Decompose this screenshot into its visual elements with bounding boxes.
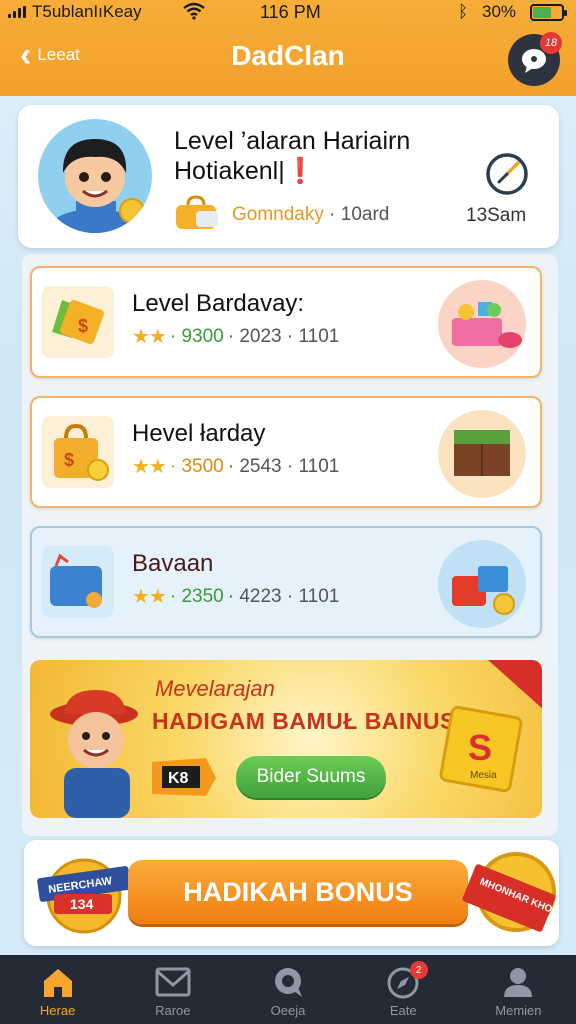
mail-icon bbox=[155, 967, 191, 997]
profile-subtitle: Hotiakenl|❗ bbox=[174, 157, 316, 185]
reward-title: Level Bardavay: bbox=[132, 290, 305, 317]
nav-item-home[interactable]: Herae bbox=[0, 955, 115, 1024]
promo-headline: HADIGAM BAMUŁ BAINUS bbox=[152, 708, 456, 734]
cube-caption: Mesia bbox=[470, 770, 497, 781]
profile-meta-value: · 10ard bbox=[329, 204, 390, 225]
timer-text: 13Sam bbox=[466, 205, 527, 226]
badge-number: 134 bbox=[70, 896, 94, 912]
price-tag-icon: K8 bbox=[152, 758, 216, 796]
nav-label-chat: Oeeja bbox=[270, 1003, 306, 1018]
app-title: DadClan bbox=[231, 40, 345, 71]
bonus-badge-icon: NEERCHAW 134 bbox=[37, 858, 131, 934]
reward-card-1[interactable]: $ Level Bardavay: ★★ · 9300 · 2023 · 110… bbox=[30, 266, 542, 378]
gift-box-icon bbox=[438, 540, 526, 628]
profile-card[interactable]: Level ’alaran Hariairn Hotiakenl|❗ Gomnd… bbox=[18, 105, 559, 248]
status-bar: T5ublanIıKeay 116 PM ᛒ 30% bbox=[0, 0, 576, 26]
reward-title: Bavaan bbox=[132, 550, 214, 577]
avatar bbox=[38, 119, 152, 233]
promo-button[interactable]: Bider Suums bbox=[236, 756, 386, 798]
nav-item-mail[interactable]: Raroe bbox=[115, 955, 230, 1024]
reward-stats: ★★ · 9300 · 2023 · 1101 bbox=[132, 324, 339, 349]
reward-list: $ Level Bardavay: ★★ · 9300 · 2023 · 110… bbox=[22, 254, 558, 836]
promo-banner[interactable]: Mevelarajan HADIGAM BAMUŁ BAINUS K8 Bide… bbox=[30, 660, 542, 818]
bonus-card: NEERCHAW 134 HADIKAH BONUS MHONHAR KHOUU… bbox=[24, 840, 559, 946]
battery-icon bbox=[530, 4, 567, 21]
gift-tag-icon: $ bbox=[42, 286, 114, 358]
profile-icon bbox=[504, 968, 533, 997]
nav-item-profile[interactable]: Memien bbox=[461, 955, 576, 1024]
shopping-bag-icon: $ bbox=[42, 416, 114, 488]
star-rating: ★★ bbox=[132, 326, 167, 348]
carrier-name: T5ublanIıKeay bbox=[32, 2, 142, 21]
profile-meta: Gomndaky · 10ard bbox=[232, 204, 389, 226]
profile-title: Level ’alaran Hariairn bbox=[174, 127, 411, 155]
nav-label-compass: Eate bbox=[389, 1003, 417, 1018]
chat-icon bbox=[275, 968, 302, 997]
nav-item-chat[interactable]: Oeeja bbox=[230, 955, 345, 1024]
cube-letter: S bbox=[468, 727, 492, 768]
nav-item-compass[interactable]: 2 Eate bbox=[346, 955, 461, 1024]
reward-card-2[interactable]: $ Hevel łarday ★★ · 3500 · 2543 · 1101 bbox=[30, 396, 542, 508]
bonus-button[interactable]: HADIKAH BONUS bbox=[128, 860, 468, 924]
shopping-bag-icon bbox=[176, 195, 218, 229]
reward-details: · 2543 · 1101 bbox=[227, 455, 340, 477]
profile-meta-highlight: Gomndaky bbox=[232, 204, 324, 225]
tag-text: K8 bbox=[168, 770, 189, 787]
wifi-icon bbox=[183, 2, 205, 20]
battery-percent: 30% bbox=[482, 2, 517, 21]
wallet-icon bbox=[42, 546, 114, 618]
nav-label-home: Herae bbox=[39, 1003, 76, 1018]
reward-points: · 9300 bbox=[169, 325, 224, 347]
reward-points: · 3500 bbox=[169, 455, 224, 477]
star-rating: ★★ bbox=[132, 456, 167, 478]
bottom-nav: Herae Raroe Oeeja 2 Eate Memien bbox=[0, 955, 576, 1024]
star-rating: ★★ bbox=[132, 586, 167, 608]
app-header: T5ublanIıKeay 116 PM ᛒ 30% ‹ Leeat DadCl… bbox=[0, 0, 576, 96]
nav-badge: 2 bbox=[409, 961, 428, 979]
gold-coin-icon: MHONHAR KHOUUAR bbox=[462, 852, 558, 932]
toy-basket-icon bbox=[438, 280, 526, 368]
reward-card-3[interactable]: Bavaan ★★ · 2350 · 4223 · 1101 bbox=[30, 526, 542, 638]
svg-text:$: $ bbox=[78, 316, 88, 336]
signal-icon bbox=[8, 6, 26, 18]
status-time: 116 PM bbox=[260, 2, 321, 22]
crate-icon bbox=[438, 410, 526, 498]
mascot-image bbox=[50, 690, 138, 818]
reward-title: Hevel łarday bbox=[132, 420, 266, 447]
bluetooth-icon: ᛒ bbox=[458, 2, 469, 21]
chat-badge: 18 bbox=[540, 32, 562, 54]
home-icon bbox=[43, 969, 72, 997]
lucky-cube-icon: S Mesia bbox=[439, 705, 523, 793]
reward-stats: ★★ · 2350 · 4223 · 1101 bbox=[132, 584, 339, 609]
timer-icon bbox=[486, 153, 528, 195]
reward-details: · 2023 · 1101 bbox=[227, 325, 340, 347]
chat-button[interactable]: 18 bbox=[508, 32, 562, 86]
ribbon-corner-icon bbox=[488, 660, 542, 709]
nav-label-profile: Memien bbox=[495, 1003, 542, 1018]
reward-points: · 2350 bbox=[169, 585, 224, 607]
reward-details: · 4223 · 1101 bbox=[227, 585, 340, 607]
nav-label-mail: Raroe bbox=[155, 1003, 191, 1018]
reward-stats: ★★ · 3500 · 2543 · 1101 bbox=[132, 454, 339, 479]
svg-text:$: $ bbox=[64, 450, 74, 470]
promo-script-text: Mevelarajan bbox=[155, 676, 275, 701]
